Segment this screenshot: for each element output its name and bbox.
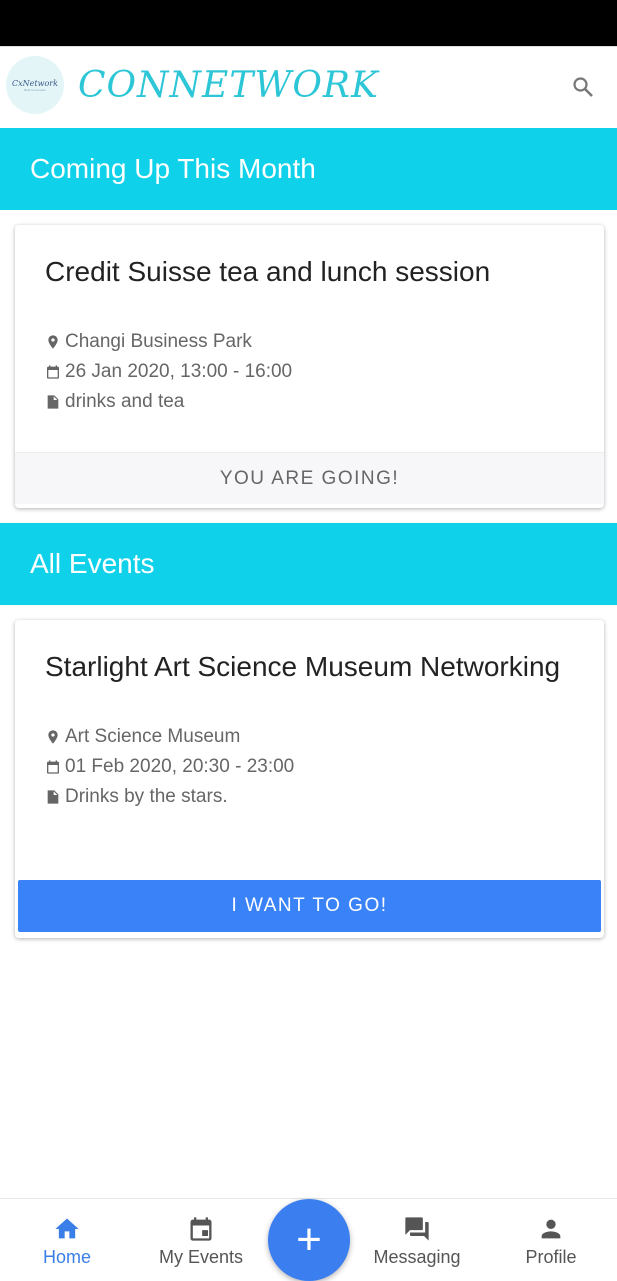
nav-profile[interactable]: Profile xyxy=(491,1215,611,1268)
nav-home[interactable]: Home xyxy=(7,1215,127,1268)
brand-title: CONNETWORK xyxy=(78,65,379,106)
event-card[interactable]: Starlight Art Science Museum Networking … xyxy=(15,620,604,938)
you-are-going-button[interactable]: YOU ARE GOING! xyxy=(15,452,604,504)
document-icon xyxy=(47,790,59,804)
nav-messaging-label: Messaging xyxy=(373,1247,461,1267)
nav-home-label: Home xyxy=(42,1247,91,1267)
event-title: Starlight Art Science Museum Networking xyxy=(45,651,561,682)
calendar-icon xyxy=(190,1217,212,1241)
event-description: Drinks by the stars. xyxy=(65,786,228,807)
calendar-icon xyxy=(47,760,59,774)
event-datetime: 01 Feb 2020, 20:30 - 23:00 xyxy=(65,756,295,777)
nav-profile-label: Profile xyxy=(525,1247,577,1267)
event-title: Credit Suisse tea and lunch session xyxy=(45,256,491,287)
add-event-fab[interactable]: + xyxy=(268,1199,350,1281)
nav-my-events[interactable]: My Events xyxy=(141,1215,261,1268)
section-header-upcoming: Coming Up This Month xyxy=(0,128,617,210)
i-want-to-go-button[interactable]: I WANT TO GO! xyxy=(18,880,601,932)
event-location: Art Science Museum xyxy=(65,726,241,747)
event-description: drinks and tea xyxy=(65,391,185,412)
calendar-icon xyxy=(47,365,59,379)
app-bar: CxNetwork Built to Connect CONNETWORK xyxy=(0,46,617,128)
search-icon[interactable] xyxy=(571,75,595,99)
event-card[interactable]: Credit Suisse tea and lunch session Chan… xyxy=(15,225,604,508)
location-pin-icon xyxy=(48,730,58,744)
chat-icon xyxy=(405,1217,429,1241)
home-icon xyxy=(55,1218,79,1239)
section-header-all-events: All Events xyxy=(0,523,617,605)
logo: CxNetwork Built to Connect xyxy=(6,56,64,114)
event-datetime: 26 Jan 2020, 13:00 - 16:00 xyxy=(65,361,293,382)
status-bar xyxy=(0,0,617,46)
document-icon xyxy=(47,395,59,409)
person-icon xyxy=(541,1219,561,1239)
location-pin-icon xyxy=(48,335,58,349)
nav-my-events-label: My Events xyxy=(158,1247,244,1267)
event-location: Changi Business Park xyxy=(65,331,252,352)
nav-messaging[interactable]: Messaging xyxy=(357,1215,477,1268)
